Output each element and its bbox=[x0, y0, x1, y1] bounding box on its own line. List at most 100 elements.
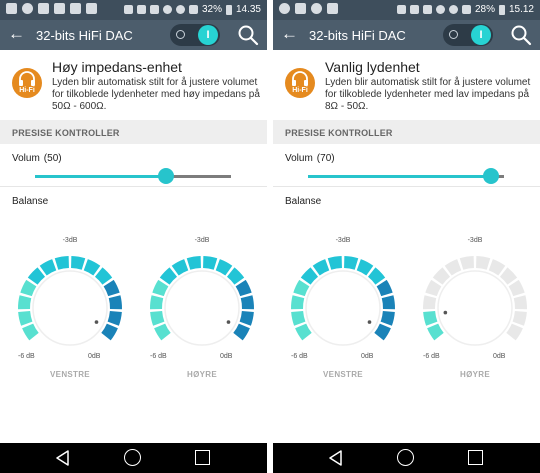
dial-segment bbox=[240, 295, 254, 310]
back-arrow-icon[interactable]: ← bbox=[281, 24, 298, 44]
nav-back-icon[interactable] bbox=[55, 450, 71, 466]
dial-segment bbox=[186, 256, 201, 270]
nav-recents-icon[interactable] bbox=[195, 450, 210, 465]
dial-name: HØYRE bbox=[460, 370, 490, 379]
dial-segment bbox=[380, 311, 395, 326]
dial-knob[interactable] bbox=[437, 270, 513, 346]
dial-segment bbox=[152, 279, 169, 297]
settings-icon bbox=[22, 3, 33, 14]
hifi-headphones-icon: Hi-Fi bbox=[285, 68, 315, 98]
dial-segment bbox=[291, 295, 305, 310]
nfc-icon bbox=[136, 5, 146, 14]
image-icon bbox=[327, 3, 338, 14]
dial-segment bbox=[108, 295, 122, 310]
dial-min-label: -6 dB bbox=[423, 353, 440, 360]
clock: 14.35 bbox=[235, 4, 261, 15]
balance-label: Balanse bbox=[285, 196, 322, 207]
dial-segment bbox=[27, 267, 46, 285]
balance-dial-right[interactable]: -3dB -6 dB 0dB HØYRE bbox=[415, 236, 535, 381]
hifi-icon bbox=[396, 5, 406, 14]
dial-knob[interactable] bbox=[32, 270, 108, 346]
dial-knob[interactable] bbox=[305, 270, 381, 346]
volume-label-row: Volum (70) bbox=[285, 153, 335, 164]
toggle-off-icon bbox=[176, 30, 185, 39]
volume-slider-thumb[interactable] bbox=[482, 168, 499, 184]
dial-segment bbox=[444, 259, 462, 276]
dial-min-label: -6 dB bbox=[291, 353, 308, 360]
dial-segment bbox=[513, 295, 527, 310]
hifi-badge-text: Hi-Fi bbox=[19, 87, 35, 94]
spotify-icon bbox=[279, 3, 290, 14]
dial-min-label: -6 dB bbox=[150, 353, 167, 360]
dial-segment bbox=[381, 295, 395, 310]
dial-segment bbox=[39, 259, 57, 276]
volume-slider[interactable] bbox=[35, 168, 231, 184]
nav-home-icon[interactable] bbox=[124, 449, 141, 466]
mode-description: Lyden blir automatisk stilt for å juster… bbox=[52, 77, 260, 112]
nav-back-icon[interactable] bbox=[328, 450, 344, 466]
status-bar: 28% 15.12 bbox=[273, 0, 540, 20]
dial-max-label: 0dB bbox=[88, 353, 101, 360]
balance-dial-left[interactable]: -3dB -6 dB 0dB VENSTRE bbox=[283, 236, 403, 381]
dial-segment bbox=[327, 256, 342, 270]
image-icon bbox=[38, 3, 49, 14]
mobile-icon bbox=[123, 5, 133, 14]
dial-segment bbox=[150, 311, 165, 326]
dial-knob[interactable] bbox=[164, 270, 240, 346]
dial-segment bbox=[432, 267, 451, 285]
balance-dial-right[interactable]: -3dB -6 dB 0dB HØYRE bbox=[142, 236, 262, 381]
dial-name: VENSTRE bbox=[323, 370, 363, 379]
dial-segment bbox=[423, 295, 437, 310]
download-icon bbox=[86, 3, 97, 14]
dial-segment bbox=[423, 311, 438, 326]
search-icon[interactable] bbox=[236, 23, 260, 47]
settings-icon bbox=[311, 3, 322, 14]
search-icon[interactable] bbox=[509, 23, 533, 47]
balance-dial-right-graphic[interactable] bbox=[142, 236, 262, 366]
balance-dial-left[interactable]: -3dB -6 dB 0dB VENSTRE bbox=[10, 236, 130, 381]
tools-icon bbox=[6, 3, 17, 14]
app-bar: ← 32-bits HiFi DAC I bbox=[273, 20, 540, 50]
dial-segment bbox=[376, 279, 393, 297]
volume-slider-fill bbox=[308, 175, 491, 178]
mode-header: Hi-Fi Høy impedans-enhet Lyden blir auto… bbox=[0, 50, 267, 120]
dial-segment bbox=[233, 323, 250, 341]
dial-segment bbox=[459, 256, 474, 270]
balance-dial-left-graphic[interactable] bbox=[283, 236, 403, 366]
dial-segment bbox=[312, 259, 330, 276]
balance-label: Balanse bbox=[12, 196, 49, 207]
balance-dial-right-graphic[interactable] bbox=[415, 236, 535, 366]
wifi-icon bbox=[162, 5, 172, 14]
status-bar: 32% 14.35 bbox=[0, 0, 267, 20]
dial-segment bbox=[300, 267, 319, 285]
alarm-icon bbox=[175, 5, 185, 14]
volume-label: Volum bbox=[285, 153, 313, 164]
mode-header: Hi-Fi Vanlig lydenhet Lyden blir automat… bbox=[273, 50, 540, 120]
nav-home-icon[interactable] bbox=[397, 449, 414, 466]
balance-dial-left-graphic[interactable] bbox=[10, 236, 130, 366]
dial-segment bbox=[107, 311, 122, 326]
wifi-icon bbox=[435, 5, 445, 14]
dial-segment bbox=[512, 311, 527, 326]
dial-top-label: -3dB bbox=[62, 237, 78, 244]
clock: 15.12 bbox=[508, 4, 534, 15]
dial-segment bbox=[22, 323, 39, 341]
volume-slider-thumb[interactable] bbox=[157, 168, 174, 184]
back-arrow-icon[interactable]: ← bbox=[8, 24, 25, 44]
volume-value: (50) bbox=[43, 153, 62, 164]
system-icons: 32% 14.35 bbox=[123, 4, 261, 15]
hifi-dac-toggle[interactable]: I bbox=[443, 24, 493, 46]
dial-segment bbox=[203, 256, 218, 270]
dial-segment bbox=[154, 323, 171, 341]
dial-indicator-dot bbox=[226, 320, 231, 324]
dial-segment bbox=[506, 323, 523, 341]
notification-icons bbox=[6, 3, 97, 14]
dial-segment bbox=[101, 323, 118, 341]
toggle-knob: I bbox=[471, 25, 491, 45]
hifi-dac-toggle[interactable]: I bbox=[170, 24, 220, 46]
navigation-bar bbox=[0, 443, 267, 473]
mode-description: Lyden blir automatisk stilt for å juster… bbox=[325, 77, 531, 112]
nav-recents-icon[interactable] bbox=[468, 450, 483, 465]
dial-segment bbox=[295, 323, 312, 341]
volume-slider[interactable] bbox=[308, 168, 504, 184]
